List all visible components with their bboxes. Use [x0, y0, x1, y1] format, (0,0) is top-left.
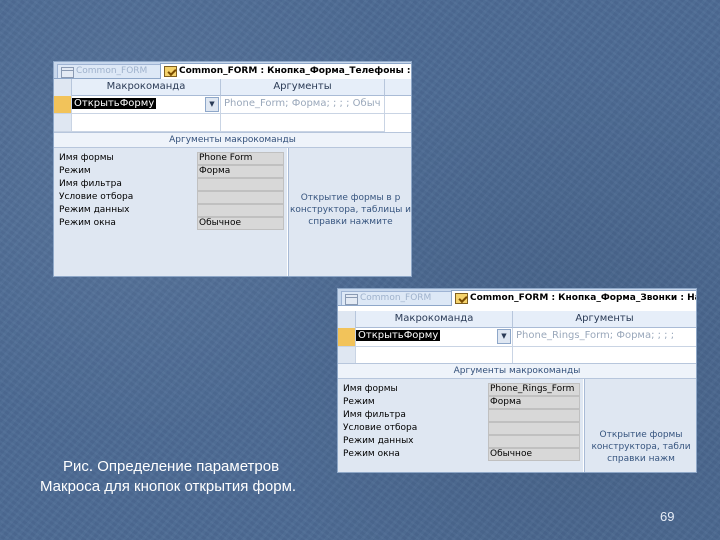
row-selector[interactable]	[54, 96, 72, 114]
macro-icon	[455, 293, 468, 304]
property-row: Режим Форма	[338, 396, 583, 409]
arguments-cell[interactable]: Phone_Form; Форма; ; ; ; Обыч	[221, 96, 385, 114]
property-row: Режим окна Обычное	[54, 217, 287, 230]
macro-grid: Макрокоманда Аргументы ОткрытьФорму ▼ Ph…	[54, 79, 411, 132]
property-label: Условие отбора	[59, 192, 134, 202]
property-label: Условие отбора	[343, 423, 418, 433]
data-mode-field[interactable]	[197, 204, 284, 217]
where-condition-field[interactable]	[197, 191, 284, 204]
caption-line: Макроса для кнопок открытия форм.	[40, 478, 297, 495]
property-label: Режим данных	[59, 205, 130, 215]
empty-cell	[385, 96, 411, 114]
form-name-field[interactable]: Phone Form	[197, 152, 284, 165]
column-header-arguments[interactable]: Аргументы	[513, 311, 696, 328]
help-text-line: справки нажм	[607, 454, 675, 464]
window-mode-field[interactable]: Обычное	[197, 217, 284, 230]
help-text-line: конструктора, табли	[591, 442, 691, 452]
tab-macro-rings[interactable]: Common_FORM : Кнопка_Форма_Звонки : На	[451, 290, 696, 306]
tab-label: Common_FORM : Кнопка_Форма_Звонки : На	[470, 293, 696, 303]
dropdown-arrow-icon[interactable]: ▼	[205, 97, 219, 112]
tab-macro-phones[interactable]: Common_FORM : Кнопка_Форма_Телефоны : На	[160, 63, 411, 79]
property-row: Условие отбора	[54, 191, 287, 204]
column-header-arguments[interactable]: Аргументы	[221, 79, 385, 96]
window-mode-field[interactable]: Обычное	[488, 448, 580, 461]
property-label: Режим данных	[343, 436, 414, 446]
macro-window-rings: Common_FORM Common_FORM : Кнопка_Форма_З…	[338, 289, 696, 472]
property-label: Режим окна	[343, 449, 400, 459]
property-label: Имя формы	[59, 153, 114, 163]
column-header-action[interactable]: Макрокоманда	[72, 79, 221, 96]
form-icon	[61, 67, 74, 78]
macro-icon	[164, 66, 177, 77]
action-cell[interactable]: ОткрытьФорму ▼	[72, 96, 221, 114]
property-label: Режим	[343, 397, 375, 407]
filter-name-field[interactable]	[488, 409, 580, 422]
property-label: Режим	[59, 166, 91, 176]
property-row: Режим данных	[338, 435, 583, 448]
action-combobox-value[interactable]: ОткрытьФорму	[356, 330, 441, 341]
help-text-line: Открытие формы в р	[300, 193, 401, 203]
property-row: Имя фильтра	[54, 178, 287, 191]
help-text-panel: Открытие формы в р конструктора, таблицы…	[288, 148, 411, 276]
property-row: Условие отбора	[338, 422, 583, 435]
help-text-line: Открытие формы	[599, 430, 683, 440]
mode-field[interactable]: Форма	[488, 396, 580, 409]
tab-label: Common_FORM	[360, 293, 432, 303]
property-row: Режим окна Обычное	[338, 448, 583, 461]
empty-action-cell[interactable]	[72, 114, 221, 132]
column-header-action[interactable]: Макрокоманда	[356, 311, 513, 328]
tab-common-form[interactable]: Common_FORM	[57, 64, 169, 78]
tab-label: Common_FORM : Кнопка_Форма_Телефоны : На	[179, 66, 411, 76]
help-text-line: конструктора, таблицы и	[289, 205, 411, 215]
column-header-extra	[385, 79, 411, 96]
document-tab-bar: Common_FORM Common_FORM : Кнопка_Форма_Т…	[54, 62, 411, 79]
action-cell[interactable]: ОткрытьФорму ▼	[356, 328, 513, 347]
help-text-line: справки нажмите	[308, 217, 393, 227]
filter-name-field[interactable]	[197, 178, 284, 191]
figure-caption: Рис. Определение параметров Макроса для …	[40, 457, 296, 497]
macro-window-phones: Common_FORM Common_FORM : Кнопка_Форма_Т…	[54, 62, 411, 276]
help-text-panel: Открытие формы конструктора, табли справ…	[584, 379, 696, 472]
property-row: Имя фильтра	[338, 409, 583, 422]
macro-grid: Макрокоманда Аргументы ОткрытьФорму ▼ Ph…	[338, 311, 696, 369]
property-label: Имя фильтра	[343, 410, 406, 420]
property-row: Имя формы Phone_Rings_Form	[338, 383, 583, 396]
form-name-field[interactable]: Phone_Rings_Form	[488, 383, 580, 396]
form-icon	[345, 294, 358, 305]
empty-arguments-cell[interactable]	[221, 114, 385, 132]
action-combobox-value[interactable]: ОткрытьФорму	[72, 98, 157, 109]
mode-field[interactable]: Форма	[197, 165, 284, 178]
property-label: Имя фильтра	[59, 179, 122, 189]
row-selector[interactable]	[338, 328, 356, 347]
property-row: Режим данных	[54, 204, 287, 217]
property-label: Режим окна	[59, 218, 116, 228]
arguments-panel: Имя формы Phone_Rings_Form Режим Форма И…	[338, 379, 583, 472]
page-number: 69	[660, 509, 675, 524]
empty-row-selector[interactable]	[54, 114, 72, 132]
tab-common-form[interactable]: Common_FORM	[341, 291, 461, 305]
arguments-section-header: Аргументы макрокоманды	[54, 132, 411, 148]
property-row: Режим Форма	[54, 165, 287, 178]
property-label: Имя формы	[343, 384, 398, 394]
arguments-cell[interactable]: Phone_Rings_Form; Форма; ; ; ;	[513, 328, 696, 347]
document-tab-bar: Common_FORM Common_FORM : Кнопка_Форма_З…	[338, 289, 696, 306]
property-row: Имя формы Phone Form	[54, 152, 287, 165]
data-mode-field[interactable]	[488, 435, 580, 448]
where-condition-field[interactable]	[488, 422, 580, 435]
dropdown-arrow-icon[interactable]: ▼	[497, 329, 511, 344]
arguments-section-header: Аргументы макрокоманды	[338, 363, 696, 379]
arguments-panel: Имя формы Phone Form Режим Форма Имя фил…	[54, 148, 287, 276]
caption-line: Рис. Определение параметров	[63, 458, 280, 475]
tab-label: Common_FORM	[76, 66, 148, 76]
